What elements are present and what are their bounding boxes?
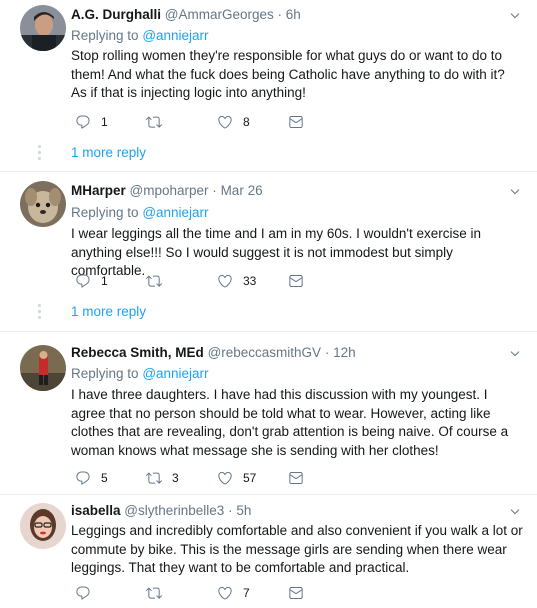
mention-link[interactable]: @anniejarr — [142, 28, 208, 43]
dm-button[interactable] — [288, 271, 304, 291]
timestamp[interactable]: Mar 26 — [221, 183, 263, 198]
replying-to: Replying to @anniejarr — [71, 28, 209, 43]
timestamp[interactable]: 5h — [236, 503, 251, 518]
user-handle[interactable]: @rebeccasmithGV — [208, 345, 322, 360]
tweet[interactable]: isabella @slytherinbelle3 · 5h Leggings … — [0, 495, 537, 608]
heart-icon — [217, 114, 233, 130]
replying-label: Replying to — [71, 205, 139, 220]
like-count: 57 — [243, 471, 257, 485]
envelope-icon — [288, 585, 304, 601]
like-button[interactable]: 7 — [217, 583, 250, 603]
separator-dot: · — [324, 345, 330, 360]
timestamp[interactable]: 12h — [333, 345, 356, 360]
display-name[interactable]: Rebecca Smith, MEd — [71, 345, 204, 360]
thread-dots — [38, 304, 42, 322]
tweet[interactable]: A.G. Durghalli @AmmarGeorges · 6h Replyi… — [0, 0, 537, 172]
reply-button[interactable]: 1 — [75, 112, 108, 132]
dm-button[interactable] — [288, 468, 304, 488]
replying-label: Replying to — [71, 28, 139, 43]
retweet-count: 3 — [172, 471, 179, 485]
dm-button[interactable] — [288, 583, 304, 603]
like-count: 7 — [243, 586, 250, 600]
display-name[interactable]: A.G. Durghalli — [71, 7, 161, 22]
tweet-header: isabella @slytherinbelle3 · 5h — [71, 503, 251, 518]
retweet-button[interactable] — [146, 583, 172, 603]
replying-to: Replying to @anniejarr — [71, 366, 209, 381]
avatar[interactable] — [20, 345, 66, 391]
chevron-down-icon[interactable] — [509, 185, 521, 197]
retweet-button[interactable] — [146, 112, 172, 132]
retweet-icon — [146, 470, 162, 486]
like-button[interactable]: 33 — [217, 271, 256, 291]
reply-count: 1 — [101, 115, 108, 129]
avatar[interactable] — [20, 5, 66, 51]
like-count: 8 — [243, 115, 250, 129]
like-count: 33 — [243, 274, 257, 288]
timestamp[interactable]: 6h — [286, 7, 301, 22]
retweet-button[interactable]: 3 — [146, 468, 179, 488]
tweet-text: I have three daughters. I have had this … — [71, 387, 509, 458]
more-replies-link[interactable]: 1 more reply — [71, 304, 146, 319]
retweet-icon — [146, 114, 162, 130]
avatar[interactable] — [20, 181, 66, 227]
more-replies-link[interactable]: 1 more reply — [71, 145, 146, 160]
tweet[interactable]: Rebecca Smith, MEd @rebeccasmithGV · 12h… — [0, 332, 537, 495]
tweet-actions: 7 — [71, 583, 331, 603]
retweet-button[interactable] — [146, 271, 172, 291]
envelope-icon — [288, 114, 304, 130]
envelope-icon — [288, 273, 304, 289]
heart-icon — [217, 273, 233, 289]
tweet-header: A.G. Durghalli @AmmarGeorges · 6h — [71, 7, 301, 22]
replying-to: Replying to @anniejarr — [71, 205, 209, 220]
mention-link[interactable]: @anniejarr — [142, 205, 208, 220]
heart-icon — [217, 585, 233, 601]
retweet-icon — [146, 273, 162, 289]
like-button[interactable]: 57 — [217, 468, 256, 488]
display-name[interactable]: MHarper — [71, 183, 126, 198]
separator-dot: · — [228, 503, 233, 518]
tweet-header: Rebecca Smith, MEd @rebeccasmithGV · 12h — [71, 345, 356, 360]
user-handle[interactable]: @AmmarGeorges — [165, 7, 274, 22]
replying-label: Replying to — [71, 366, 139, 381]
heart-icon — [217, 470, 233, 486]
reply-icon — [75, 585, 91, 601]
chevron-down-icon[interactable] — [509, 9, 521, 21]
tweet-actions: 1 33 — [71, 271, 331, 291]
reply-count: 1 — [101, 274, 108, 288]
separator-dot: · — [277, 7, 283, 22]
avatar[interactable] — [20, 503, 66, 549]
reply-button[interactable]: 1 — [75, 271, 108, 291]
tweet-actions: 5 3 57 — [71, 468, 331, 488]
envelope-icon — [288, 470, 304, 486]
tweet-text: Stop rolling women they're responsible f… — [71, 48, 505, 100]
like-button[interactable]: 8 — [217, 112, 250, 132]
reply-icon — [75, 273, 91, 289]
mention-link[interactable]: @anniejarr — [142, 366, 208, 381]
user-handle[interactable]: @slytherinbelle3 — [124, 503, 224, 518]
reply-count: 5 — [101, 471, 108, 485]
chevron-down-icon[interactable] — [509, 347, 521, 359]
thread-dots — [38, 145, 42, 163]
tweet-actions: 1 8 — [71, 112, 331, 132]
reply-icon — [75, 470, 91, 486]
display-name[interactable]: isabella — [71, 503, 121, 518]
tweet-text: Leggings and incredibly comfortable and … — [71, 523, 523, 575]
separator-dot: · — [212, 183, 217, 198]
reply-icon — [75, 114, 91, 130]
tweet[interactable]: MHarper @mpoharper · Mar 26 Replying to … — [0, 172, 537, 332]
reply-button[interactable] — [75, 583, 101, 603]
retweet-icon — [146, 585, 162, 601]
chevron-down-icon[interactable] — [509, 505, 521, 517]
dm-button[interactable] — [288, 112, 304, 132]
tweet-header: MHarper @mpoharper · Mar 26 — [71, 183, 263, 198]
reply-button[interactable]: 5 — [75, 468, 108, 488]
user-handle[interactable]: @mpoharper — [130, 183, 209, 198]
